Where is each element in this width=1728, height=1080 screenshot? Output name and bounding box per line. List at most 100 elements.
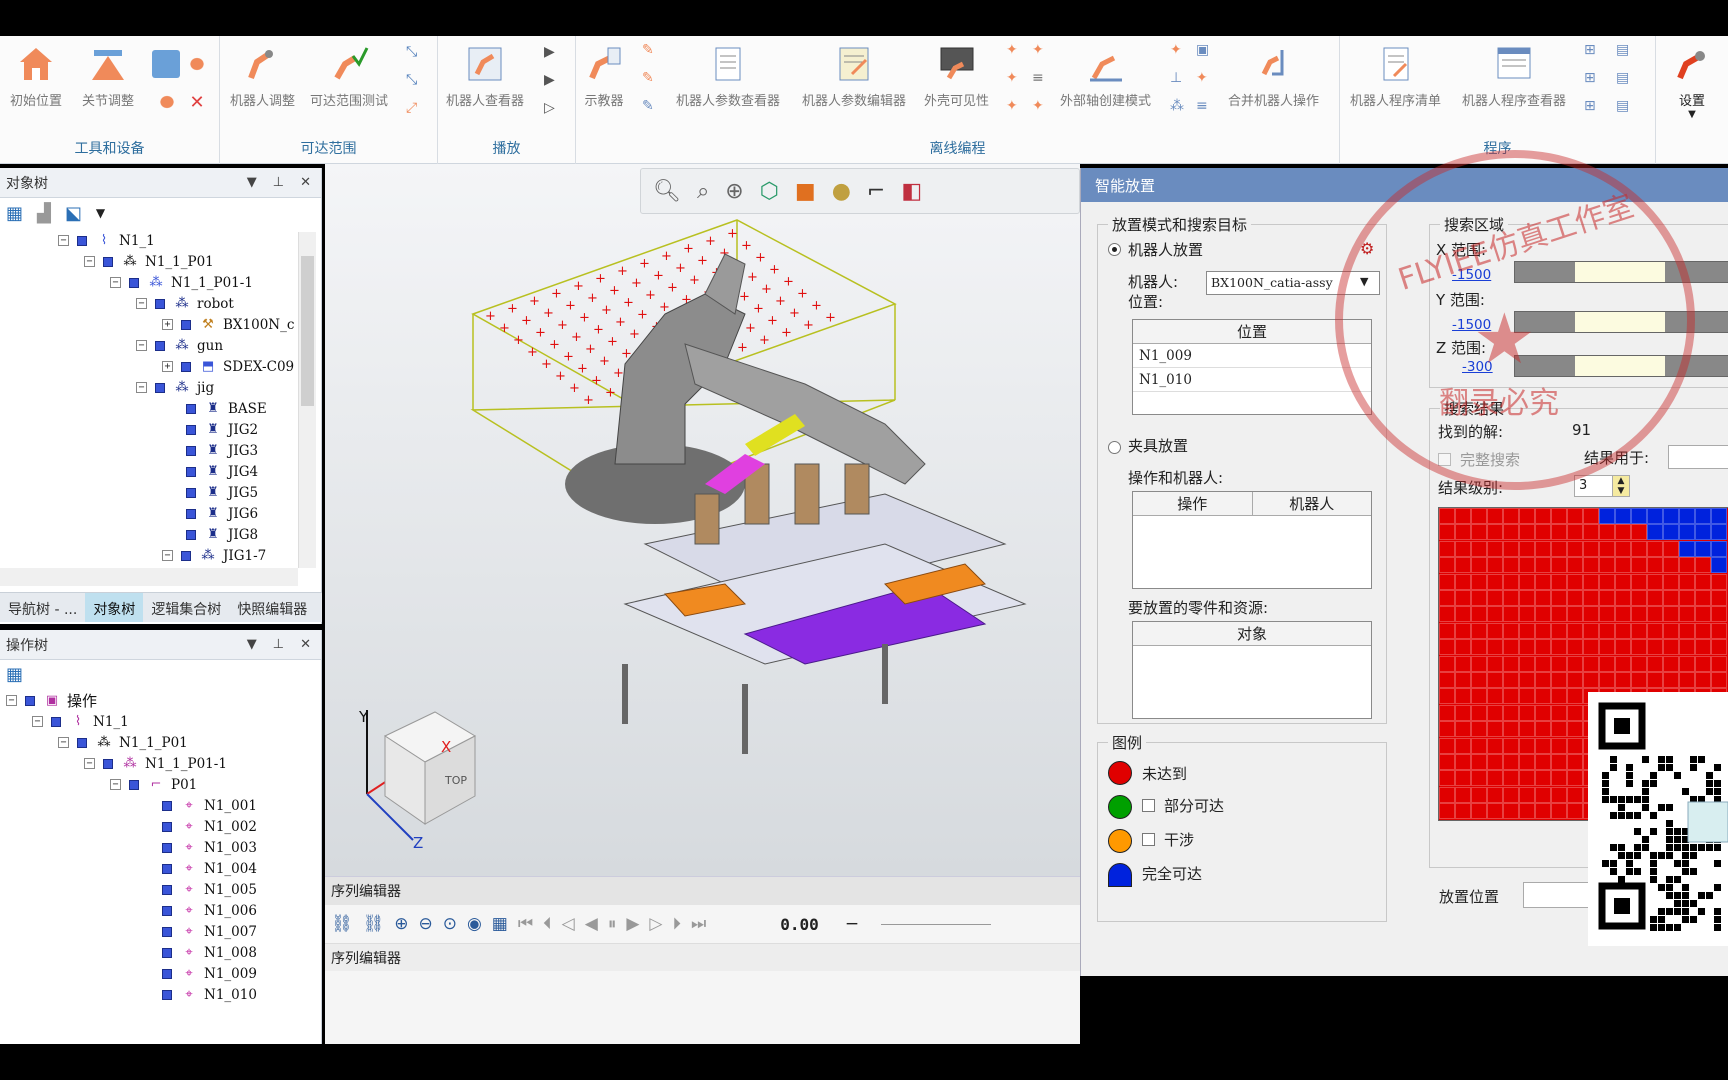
close-icon[interactable]: ✕ (300, 175, 311, 190)
settings-button[interactable]: 设置 ▼ (1672, 44, 1712, 120)
tree-node[interactable]: + ⬒ SDEX-C09 (162, 356, 294, 377)
offline-small-icon-11[interactable]: ⊥ (1170, 70, 1192, 90)
reach-small-icon-2[interactable]: ⤡ (406, 72, 428, 92)
tree-node[interactable]: ⌖ N1_004 (162, 858, 257, 879)
tree-node[interactable]: ⌖ N1_006 (162, 900, 257, 921)
zoom-out-icon[interactable]: ⊖ (418, 914, 432, 934)
time-minus[interactable]: − (845, 914, 859, 934)
z-range-slider[interactable] (1514, 355, 1728, 377)
tree-node[interactable]: ⌖ N1_003 (162, 837, 257, 858)
tree-node[interactable]: − ⌇ N1_1 (32, 711, 129, 732)
home-position-button[interactable]: 初始位置 (10, 44, 62, 109)
robot-select[interactable]: BX100N_catia-assy (1206, 271, 1380, 295)
robot-pose-icon[interactable] (152, 50, 180, 78)
playback-icon-1[interactable]: ▶ (544, 44, 566, 64)
tree-filter-icon[interactable]: ▟ (37, 203, 51, 224)
reach-small-icon-1[interactable]: ⤡ (406, 44, 428, 64)
zoom-in-icon[interactable]: ⊕ (394, 914, 408, 934)
dropdown-icon[interactable]: ▼ (247, 637, 257, 652)
play-back-icon[interactable]: ◀ (585, 914, 598, 934)
tree-node[interactable]: − ⌐ P01 (110, 774, 197, 795)
tree-node[interactable]: ♜ JIG6 (186, 503, 258, 524)
reach-test-button[interactable]: 可达范围测试 (310, 44, 388, 109)
close-icon[interactable]: ✕ (300, 637, 311, 652)
tree-node[interactable]: ⌖ N1_007 (162, 921, 257, 942)
x-range-slider[interactable] (1514, 261, 1728, 283)
tree-menu-icon[interactable]: ▼ (96, 206, 105, 220)
tab-navigation-tree[interactable]: 导航树 - ... (0, 593, 85, 622)
offline-small-icon-3[interactable]: ✎ (642, 98, 664, 118)
object-tree-hscroll[interactable] (0, 568, 298, 586)
zoom-select-icon[interactable]: ◉ (467, 914, 482, 934)
tree-node[interactable]: ⌖ N1_005 (162, 879, 257, 900)
prev-frame-icon[interactable]: ◁ (562, 914, 575, 934)
program-small-icon-6[interactable]: ▤ (1616, 98, 1638, 118)
table-row[interactable]: N1_010 (1133, 368, 1371, 392)
pose-small-icon[interactable] (186, 54, 208, 74)
scroll-thumb[interactable] (301, 256, 314, 406)
y-min-link[interactable]: -1500 (1452, 317, 1491, 333)
chevron-down-icon[interactable]: ▼ (1360, 275, 1368, 288)
offline-small-icon-1[interactable]: ✎ (642, 42, 664, 62)
table-row[interactable]: N1_009 (1133, 344, 1371, 368)
offline-small-icon-6[interactable]: ✦ (1006, 98, 1028, 118)
tree-node[interactable]: − ⁂ N1_1_P01 (58, 732, 188, 753)
offline-small-icon-15[interactable]: ≡ (1196, 98, 1218, 118)
tab-object-tree[interactable]: 对象树 (85, 593, 144, 622)
partial-reach-checkbox[interactable] (1142, 799, 1155, 812)
tree-sync-icon[interactable]: ⬕ (65, 203, 82, 224)
robot-small-icon[interactable] (156, 92, 178, 112)
offline-small-icon-2[interactable]: ✎ (642, 70, 664, 90)
tab-logical-collection[interactable]: 逻辑集合树 (143, 593, 229, 622)
reach-small-icon-3[interactable]: ⤢ (406, 100, 428, 120)
step-back-icon[interactable]: ⏴ (543, 914, 552, 934)
time-slider[interactable] (881, 923, 992, 925)
joint-adjust-button[interactable]: 关节调整 (82, 44, 134, 109)
result-used-select[interactable] (1668, 445, 1728, 469)
collision-checkbox[interactable] (1142, 833, 1155, 846)
step-forward-icon[interactable]: ⏵ (672, 914, 681, 934)
jump-start-icon[interactable]: ⏮ (518, 914, 533, 934)
program-viewer-button[interactable]: 机器人程序查看器 (1462, 44, 1566, 109)
playback-icon-2[interactable]: ▶ (544, 72, 566, 92)
y-range-slider[interactable] (1514, 311, 1728, 333)
tree-node[interactable]: − ⌇ N1_1 (58, 230, 155, 251)
z-min-link[interactable]: -300 (1462, 359, 1493, 375)
shell-visibility-button[interactable]: 外壳可见性 (924, 44, 989, 109)
tree-node[interactable]: − ⁂ N1_1_P01 (84, 251, 214, 272)
tree-node[interactable]: + ⚒ BX100N_c (162, 314, 294, 335)
robot-viewer-button[interactable]: 机器人查看器 (446, 44, 524, 109)
program-small-icon-5[interactable]: ▤ (1616, 70, 1638, 90)
link-icon[interactable]: ⛓ (331, 914, 353, 934)
tree-node[interactable]: ♜ JIG8 (186, 524, 258, 545)
tab-snapshot-editor[interactable]: 快照编辑器 (229, 593, 315, 622)
pin-icon[interactable]: ⊥ (273, 637, 284, 652)
tree-node[interactable]: ⌖ N1_009 (162, 963, 257, 984)
tree-node[interactable]: ♜ JIG4 (186, 461, 258, 482)
pause-icon[interactable]: ⏸ (608, 914, 617, 934)
playback-icon-3[interactable]: ▷ (544, 100, 566, 120)
tree-node[interactable]: ♜ BASE (186, 398, 267, 419)
x-min-link[interactable]: -1500 (1452, 267, 1491, 283)
offline-small-icon-9[interactable]: ✦ (1032, 98, 1054, 118)
play-icon[interactable]: ▶ (626, 914, 639, 934)
teach-pendant-button[interactable]: 示教器 (584, 44, 624, 109)
fixture-place-radio[interactable] (1108, 441, 1121, 454)
program-small-icon-3[interactable]: ⊞ (1584, 98, 1606, 118)
tree-node[interactable]: − ⁂ robot (136, 293, 234, 314)
tree-node[interactable]: − ⁂ N1_1_P01-1 (110, 272, 253, 293)
offline-small-icon-5[interactable]: ✦ (1006, 70, 1028, 90)
object-tree-vscroll[interactable] (298, 232, 316, 568)
tree-node[interactable]: − ⁂ gun (136, 335, 223, 356)
offline-small-icon-12[interactable]: ⁂ (1170, 98, 1192, 118)
tree-node[interactable]: − ⁂ JIG1-7 (162, 545, 266, 566)
tree-node[interactable]: − ⁂ jig (136, 377, 214, 398)
zoom-fit-icon[interactable]: ⊙ (443, 914, 457, 934)
jump-end-icon[interactable]: ⏭ (691, 914, 706, 934)
ext-axis-button[interactable]: 外部轴创建模式 (1060, 44, 1151, 109)
grid-icon[interactable]: ▦ (492, 914, 508, 934)
next-frame-icon[interactable]: ▷ (649, 914, 662, 934)
tree-node[interactable]: ⌖ N1_008 (162, 942, 257, 963)
offline-small-icon-4[interactable]: ✦ (1006, 42, 1028, 62)
tree-node[interactable]: ♜ JIG5 (186, 482, 258, 503)
